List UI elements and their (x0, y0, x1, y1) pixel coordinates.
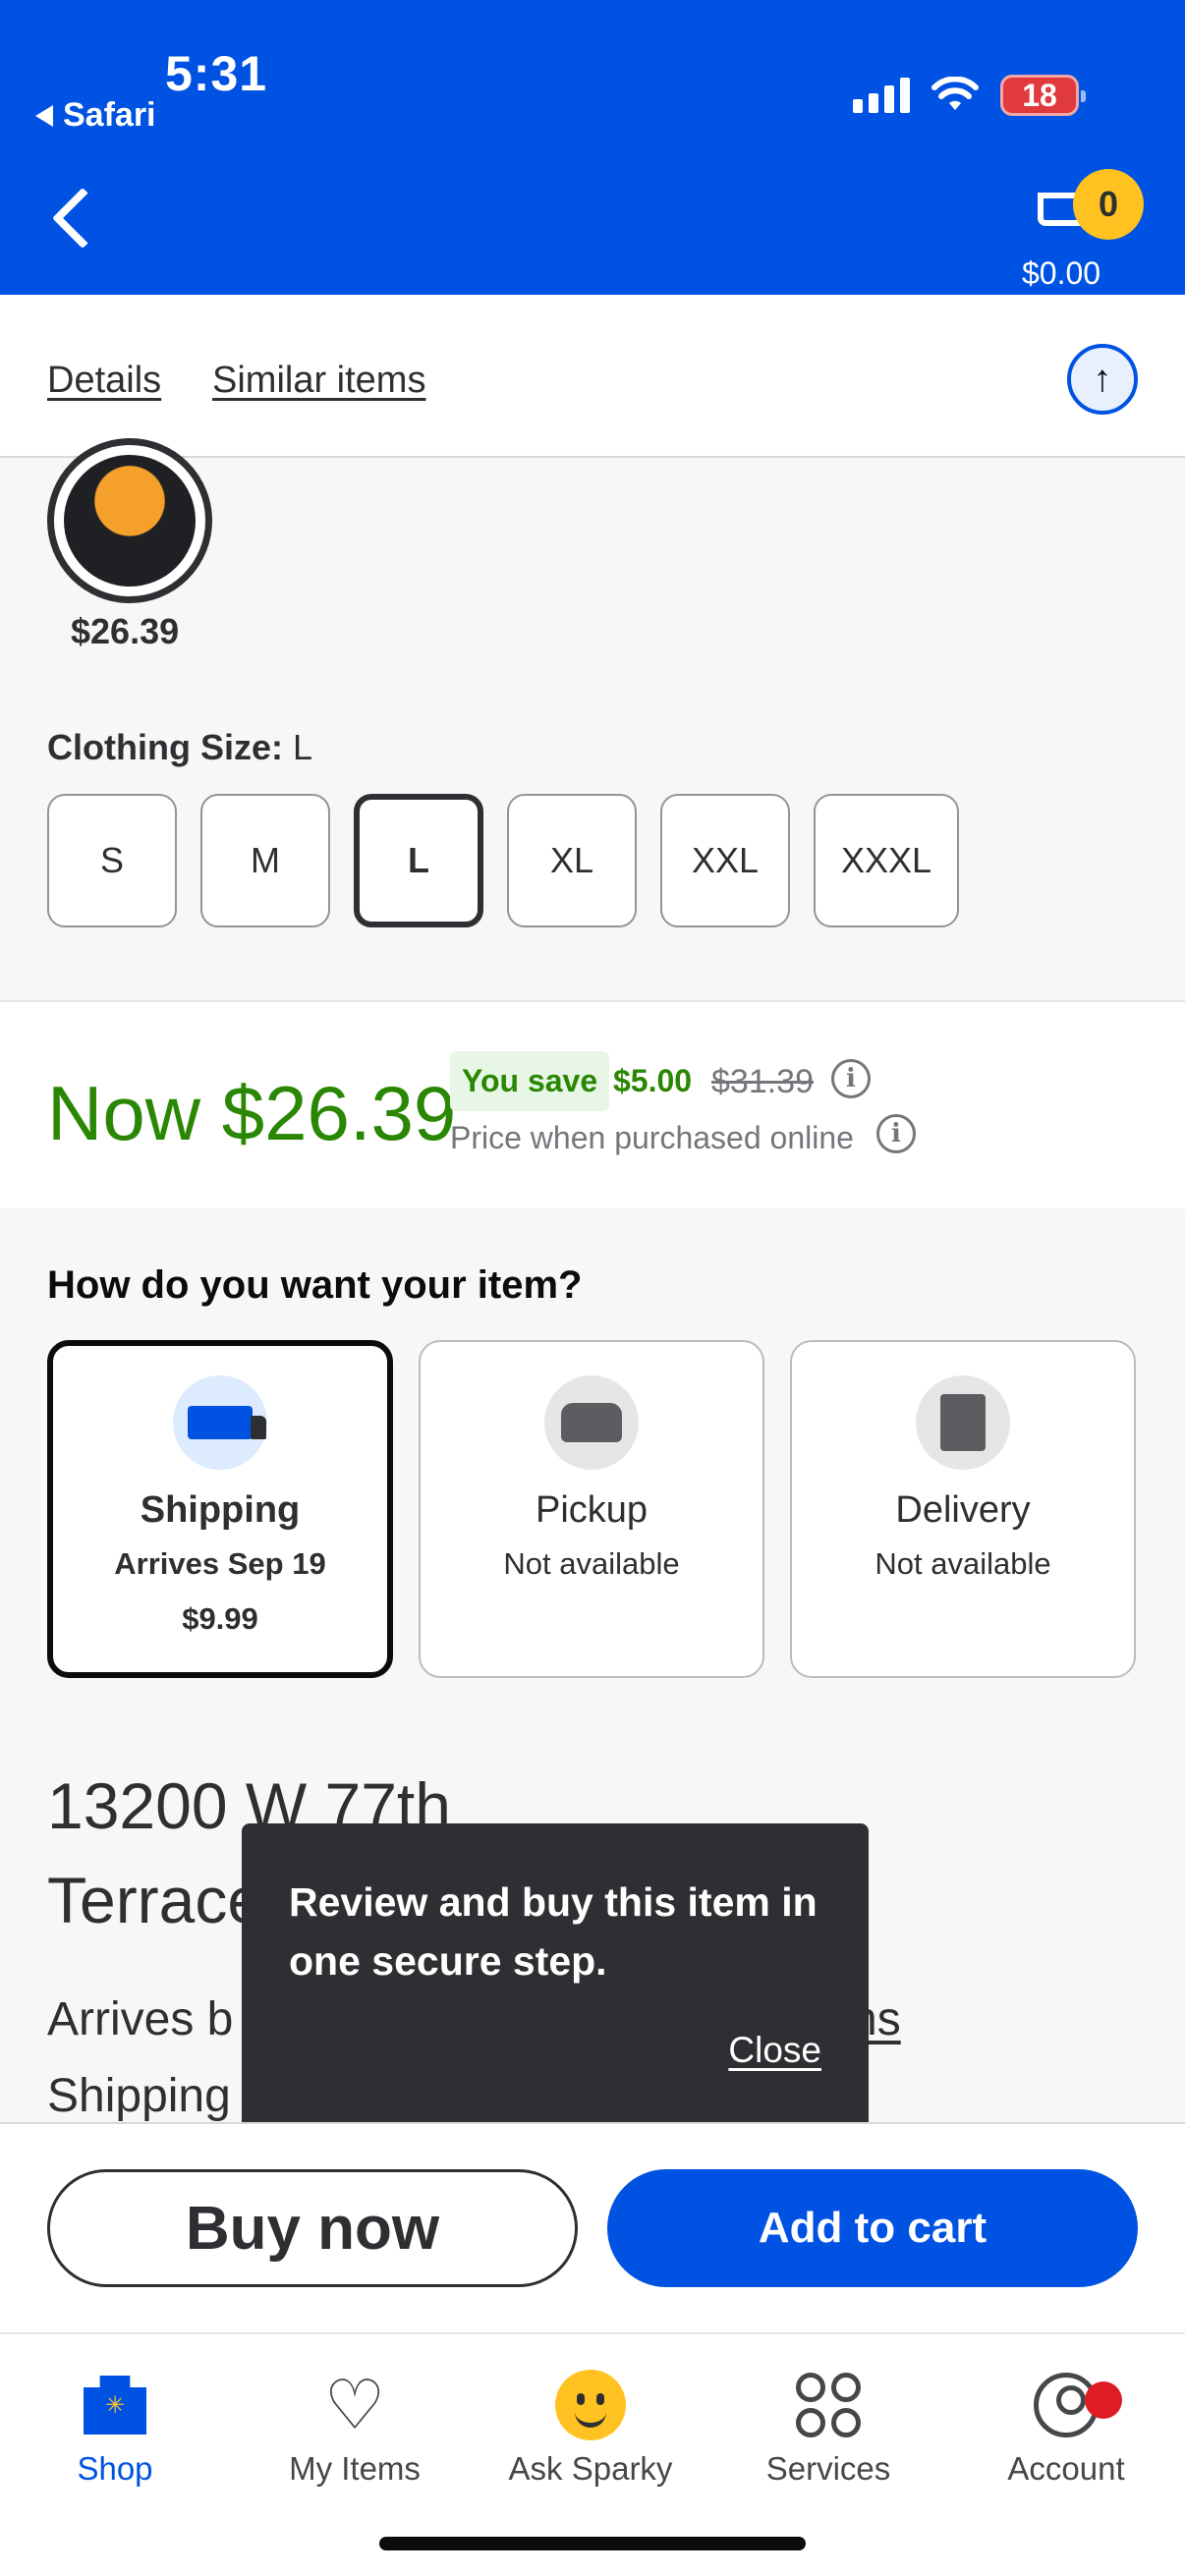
save-amount: $5.00 (613, 1063, 693, 1098)
fulfillment-pickup[interactable]: Pickup Not available (419, 1340, 764, 1678)
price-section: Now $26.39 You save $5.00 $31.39 i Price… (0, 1000, 1185, 1208)
nav-label: Services (765, 2450, 891, 2487)
current-price: Now $26.39 (47, 1070, 457, 1156)
tooltip-close-link[interactable]: Close (728, 2030, 821, 2071)
header-bar: 5:31 Safari 18 0 $0.00 (0, 0, 1185, 295)
back-app-label: Safari (63, 96, 156, 134)
nav-label: Shop (77, 2450, 153, 2487)
size-option-m[interactable]: M (200, 794, 330, 927)
size-option-xl[interactable]: XL (507, 794, 637, 927)
fulfillment-name: Pickup (535, 1489, 649, 1531)
size-label: Clothing Size: L (47, 727, 312, 768)
fulfillment-shipping[interactable]: Shipping Arrives Sep 19 $9.99 (47, 1340, 393, 1678)
price-info-icon[interactable]: i (876, 1114, 916, 1153)
nav-shop[interactable]: Shop (2, 2364, 228, 2488)
account-notification-dot (1085, 2381, 1122, 2419)
fulfillment-availability: Not available (503, 1546, 680, 1581)
was-price: $31.39 (711, 1063, 814, 1100)
fulfillment-arrival: Arrives Sep 19 (114, 1546, 326, 1581)
buy-now-tooltip: Review and buy this item in one secure s… (242, 1823, 869, 2156)
arrow-up-icon: ↑ (1093, 358, 1112, 400)
fulfillment-cost: $9.99 (182, 1601, 258, 1636)
cart-button[interactable]: 0 $0.00 (1008, 167, 1146, 291)
size-option-xxl[interactable]: XXL (660, 794, 790, 927)
services-grid-icon (796, 2373, 861, 2437)
fulfillment-name: Delivery (895, 1489, 1031, 1531)
heart-icon: ♡ (323, 2365, 386, 2445)
scroll-to-top-button[interactable]: ↑ (1067, 344, 1138, 415)
back-to-safari[interactable]: Safari (35, 96, 156, 135)
status-icons: 18 (853, 75, 1086, 116)
nav-account[interactable]: Account (953, 2364, 1179, 2488)
nav-services[interactable]: Services (715, 2364, 941, 2488)
wifi-icon (931, 77, 979, 110)
cart-count-badge: 0 (1073, 169, 1144, 240)
back-triangle-icon (35, 104, 53, 127)
product-section-tabs: Details Similar items ↑ (0, 295, 1185, 458)
tooltip-message: Review and buy this item in one secure s… (289, 1879, 818, 1984)
tab-details[interactable]: Details (47, 360, 161, 402)
tab-similar-items[interactable]: Similar items (212, 360, 425, 402)
size-label-title: Clothing Size: (47, 727, 283, 767)
sparky-smiley-icon (555, 2370, 626, 2440)
home-indicator[interactable] (379, 2537, 806, 2550)
cart-total: $0.00 (1022, 255, 1101, 291)
price-note: Price when purchased online (450, 1120, 854, 1155)
buy-now-button[interactable]: Buy now (47, 2169, 578, 2287)
size-label-value: L (293, 727, 313, 767)
color-swatch[interactable] (47, 438, 212, 603)
add-to-cart-button[interactable]: Add to cart (607, 2169, 1138, 2287)
pickup-car-icon (544, 1375, 639, 1470)
signal-icon (853, 78, 910, 113)
fulfillment-name: Shipping (140, 1489, 301, 1531)
size-option-xxxl[interactable]: XXXL (814, 794, 960, 927)
fulfillment-title: How do you want your item? (47, 1263, 583, 1307)
fulfillment-options: Shipping Arrives Sep 19 $9.99 Pickup Not… (47, 1340, 1136, 1678)
swatch-price: $26.39 (71, 611, 180, 651)
nav-label: Ask Sparky (508, 2450, 673, 2487)
size-option-l[interactable]: L (354, 794, 483, 927)
battery-icon: 18 (1000, 75, 1086, 116)
nav-ask-sparky[interactable]: Ask Sparky (478, 2364, 704, 2488)
nav-label: My Items (289, 2450, 421, 2487)
shipping-text: Shipping (47, 2070, 231, 2122)
fulfillment-availability: Not available (875, 1546, 1051, 1581)
savings-info-icon[interactable]: i (831, 1059, 871, 1098)
nav-label: Account (1007, 2450, 1125, 2487)
variant-section: $26.39 Clothing Size: L S M L XL XXL XXX… (0, 438, 1185, 1000)
size-options: S M L XL XXL XXXL (47, 794, 960, 927)
arrives-text: Arrives b (47, 1993, 234, 2045)
swatch-image (64, 455, 196, 587)
nav-my-items[interactable]: ♡ My Items (242, 2364, 468, 2488)
shop-icon (84, 2376, 146, 2435)
size-option-s[interactable]: S (47, 794, 177, 927)
back-chevron-icon[interactable] (51, 187, 114, 250)
you-save-badge: You save (450, 1051, 610, 1111)
delivery-bag-icon (916, 1375, 1010, 1470)
purchase-action-bar: Buy now Add to cart (0, 2122, 1185, 2332)
status-time: 5:31 (165, 46, 268, 101)
shipping-truck-icon (173, 1375, 267, 1470)
fulfillment-delivery[interactable]: Delivery Not available (790, 1340, 1136, 1678)
